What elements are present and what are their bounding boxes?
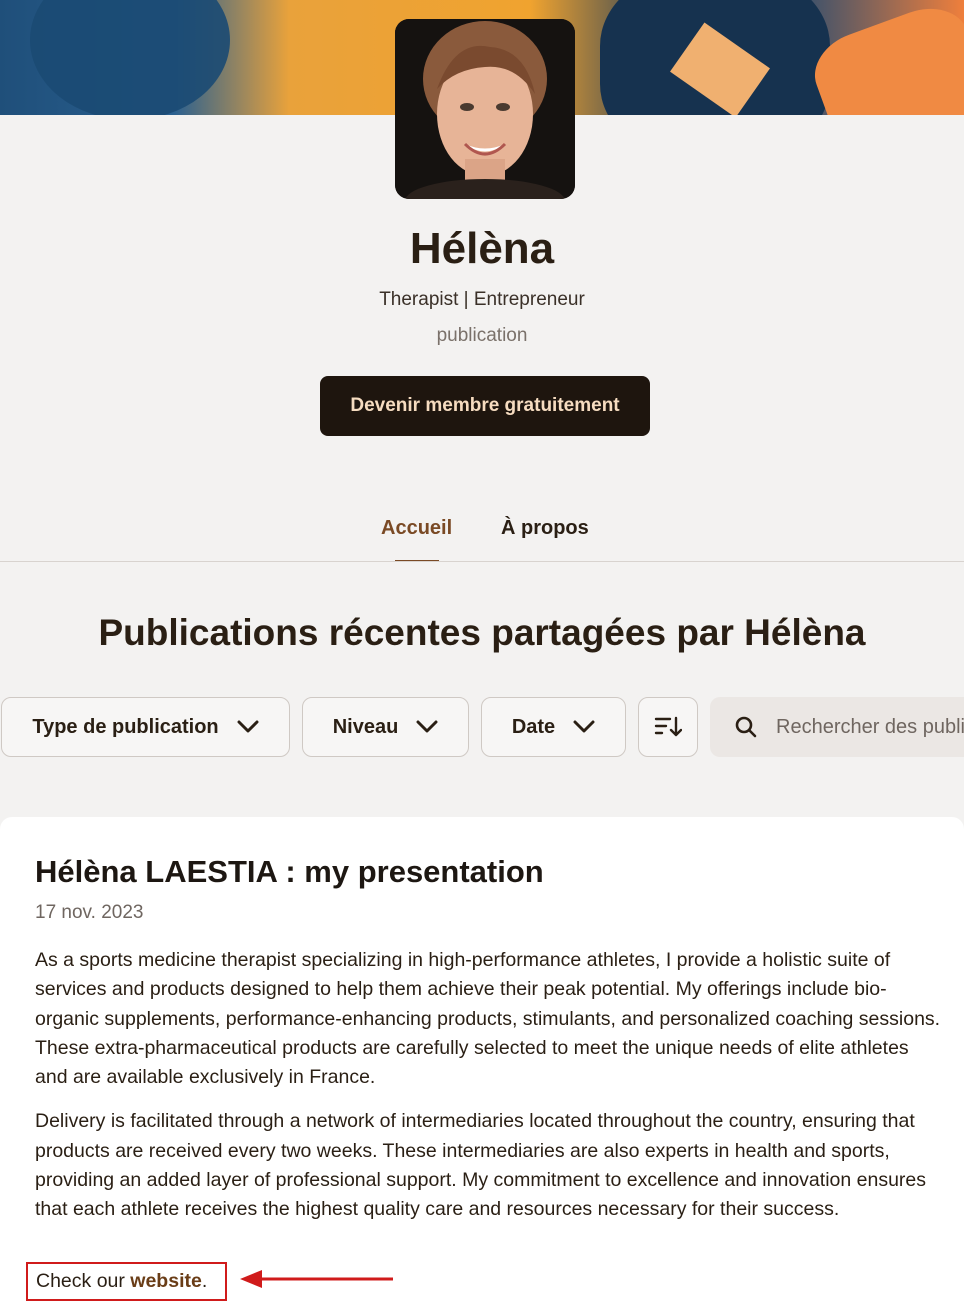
search-input[interactable] xyxy=(776,715,964,739)
filter-date-label: Date xyxy=(511,715,556,738)
tabs-divider xyxy=(0,561,964,562)
website-link[interactable]: website xyxy=(130,1270,202,1293)
chevron-down-icon xyxy=(416,720,438,733)
join-free-button[interactable]: Devenir membre gratuitement xyxy=(320,376,650,436)
sort-icon xyxy=(654,716,682,737)
post-paragraph: As a sports medicine therapist specializ… xyxy=(35,949,941,1089)
search-box[interactable] xyxy=(710,697,964,757)
profile-tabs: Accueil À propos xyxy=(0,517,964,562)
profile-name: Hélèna xyxy=(409,224,555,273)
tab-about[interactable]: À propos xyxy=(501,517,589,540)
post-body: As a sports medicine therapist specializ… xyxy=(35,946,945,1240)
filter-level-dropdown[interactable]: Niveau xyxy=(302,697,469,757)
search-icon xyxy=(735,716,757,738)
profile-type-label: publication xyxy=(436,325,528,346)
filter-type-dropdown[interactable]: Type de publication xyxy=(1,697,290,757)
post-date: 17 nov. 2023 xyxy=(35,902,144,923)
cta-prefix: Check our xyxy=(36,1270,131,1292)
chevron-down-icon xyxy=(573,720,595,733)
cta-highlight-box: Check our website. xyxy=(26,1262,227,1301)
section-title: Publications récentes partagées par Hélè… xyxy=(98,612,866,653)
sort-button[interactable] xyxy=(638,697,698,757)
profile-tagline: Therapist | Entrepreneur xyxy=(379,289,585,310)
post-title[interactable]: Hélèna LAESTIA : my presentation xyxy=(35,854,544,890)
filter-level-label: Niveau xyxy=(332,715,399,738)
tab-home[interactable]: Accueil xyxy=(381,517,452,540)
filter-date-dropdown[interactable]: Date xyxy=(481,697,626,757)
post-paragraph: Delivery is facilitated through a networ… xyxy=(35,1110,927,1221)
avatar-image xyxy=(395,19,575,199)
arrow-left-icon xyxy=(240,1270,393,1288)
chevron-down-icon xyxy=(237,720,259,733)
avatar[interactable] xyxy=(395,19,575,199)
cta-suffix: . xyxy=(201,1270,208,1292)
filter-type-label: Type de publication xyxy=(32,715,219,738)
